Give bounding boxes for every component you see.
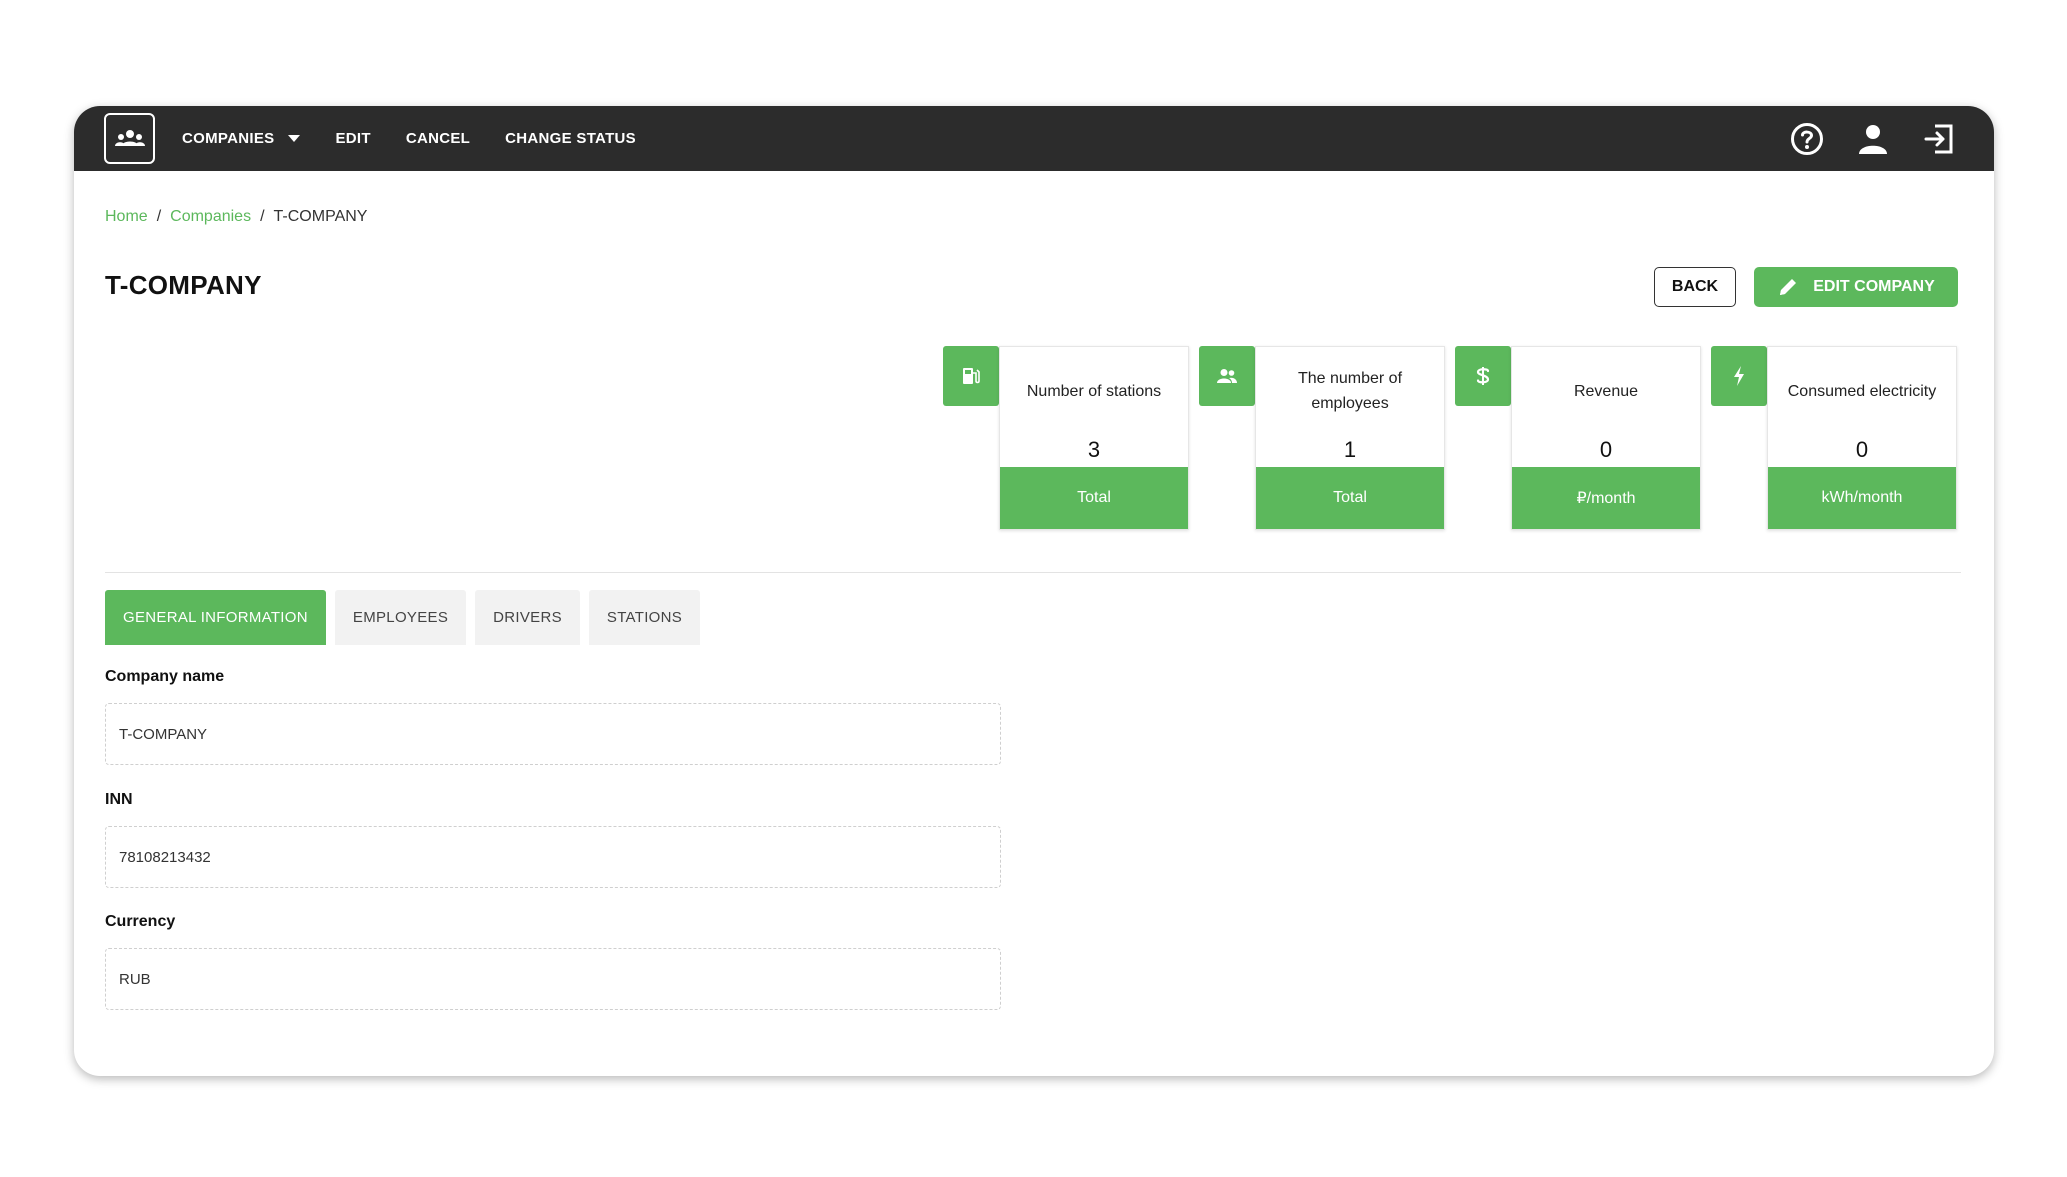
fuel-station-icon bbox=[943, 346, 999, 406]
stat-footer: kWh/month bbox=[1768, 467, 1956, 529]
top-navigation-bar: COMPANIES EDIT CANCEL CHANGE STATUS bbox=[74, 106, 1994, 171]
tab-bar: GENERAL INFORMATION EMPLOYEES DRIVERS ST… bbox=[105, 590, 709, 645]
tab-drivers[interactable]: DRIVERS bbox=[475, 590, 580, 645]
breadcrumb: Home / Companies / T-COMPANY bbox=[105, 208, 367, 226]
stat-footer: ₽/month bbox=[1512, 467, 1700, 529]
breadcrumb-companies-link[interactable]: Companies bbox=[170, 208, 251, 226]
nav-companies-dropdown[interactable]: COMPANIES bbox=[182, 130, 301, 147]
stat-label: Consumed electricity bbox=[1787, 382, 1937, 400]
logout-icon[interactable] bbox=[1920, 120, 1958, 158]
stat-label: Revenue bbox=[1573, 382, 1639, 400]
lightning-icon bbox=[1711, 346, 1767, 406]
user-profile-icon[interactable] bbox=[1854, 120, 1892, 158]
stat-value: 0 bbox=[1855, 437, 1869, 462]
app-window: COMPANIES EDIT CANCEL CHANGE STATUS Home… bbox=[74, 106, 1994, 1076]
inn-label: INN bbox=[105, 791, 133, 808]
breadcrumb-separator: / bbox=[156, 208, 162, 225]
main-nav: COMPANIES EDIT CANCEL CHANGE STATUS bbox=[182, 106, 671, 171]
stat-footer: Total bbox=[1000, 467, 1188, 529]
stat-card: Revenue 0 ₽/month bbox=[1511, 346, 1701, 530]
company-name-label: Company name bbox=[105, 668, 225, 685]
inn-field[interactable]: 78108213432 bbox=[105, 826, 1001, 888]
help-icon[interactable] bbox=[1788, 120, 1826, 158]
stat-footer: Total bbox=[1256, 467, 1444, 529]
company-logo-icon[interactable] bbox=[104, 113, 155, 164]
breadcrumb-current: T-COMPANY bbox=[273, 208, 368, 225]
nav-cancel[interactable]: CANCEL bbox=[406, 130, 470, 147]
users-icon bbox=[1199, 346, 1255, 406]
stat-card: Number of stations 3 Total bbox=[999, 346, 1189, 530]
stat-label: Number of stations bbox=[1026, 382, 1162, 400]
chevron-down-icon bbox=[288, 135, 301, 142]
stat-value: 1 bbox=[1343, 437, 1357, 462]
tab-stations[interactable]: STATIONS bbox=[588, 590, 701, 645]
page-title: T-COMPANY bbox=[105, 270, 262, 300]
stat-value: 0 bbox=[1599, 437, 1613, 462]
stat-label: The number of employees bbox=[1297, 370, 1403, 412]
tab-general-information[interactable]: GENERAL INFORMATION bbox=[105, 590, 326, 645]
stat-value: 3 bbox=[1087, 437, 1101, 462]
edit-company-label: EDIT COMPANY bbox=[1813, 278, 1935, 295]
dollar-icon bbox=[1455, 346, 1511, 406]
edit-company-button[interactable]: EDIT COMPANY bbox=[1754, 267, 1958, 307]
back-button[interactable]: BACK bbox=[1654, 267, 1736, 307]
top-right-icons bbox=[1760, 106, 1958, 171]
currency-label: Currency bbox=[105, 913, 176, 930]
company-name-field[interactable]: T-COMPANY bbox=[105, 703, 1001, 765]
currency-field[interactable]: RUB bbox=[105, 948, 1001, 1010]
section-divider bbox=[105, 572, 1961, 573]
nav-change-status[interactable]: CHANGE STATUS bbox=[505, 130, 636, 147]
stat-card: Consumed electricity 0 kWh/month bbox=[1767, 346, 1957, 530]
breadcrumb-home-link[interactable]: Home bbox=[105, 208, 148, 226]
breadcrumb-separator: / bbox=[260, 208, 265, 225]
tab-employees[interactable]: EMPLOYEES bbox=[334, 590, 467, 645]
stat-card: The number of employees 1 Total bbox=[1255, 346, 1445, 530]
nav-edit[interactable]: EDIT bbox=[335, 130, 370, 147]
pencil-icon bbox=[1777, 276, 1799, 298]
nav-companies-label: COMPANIES bbox=[182, 130, 275, 147]
